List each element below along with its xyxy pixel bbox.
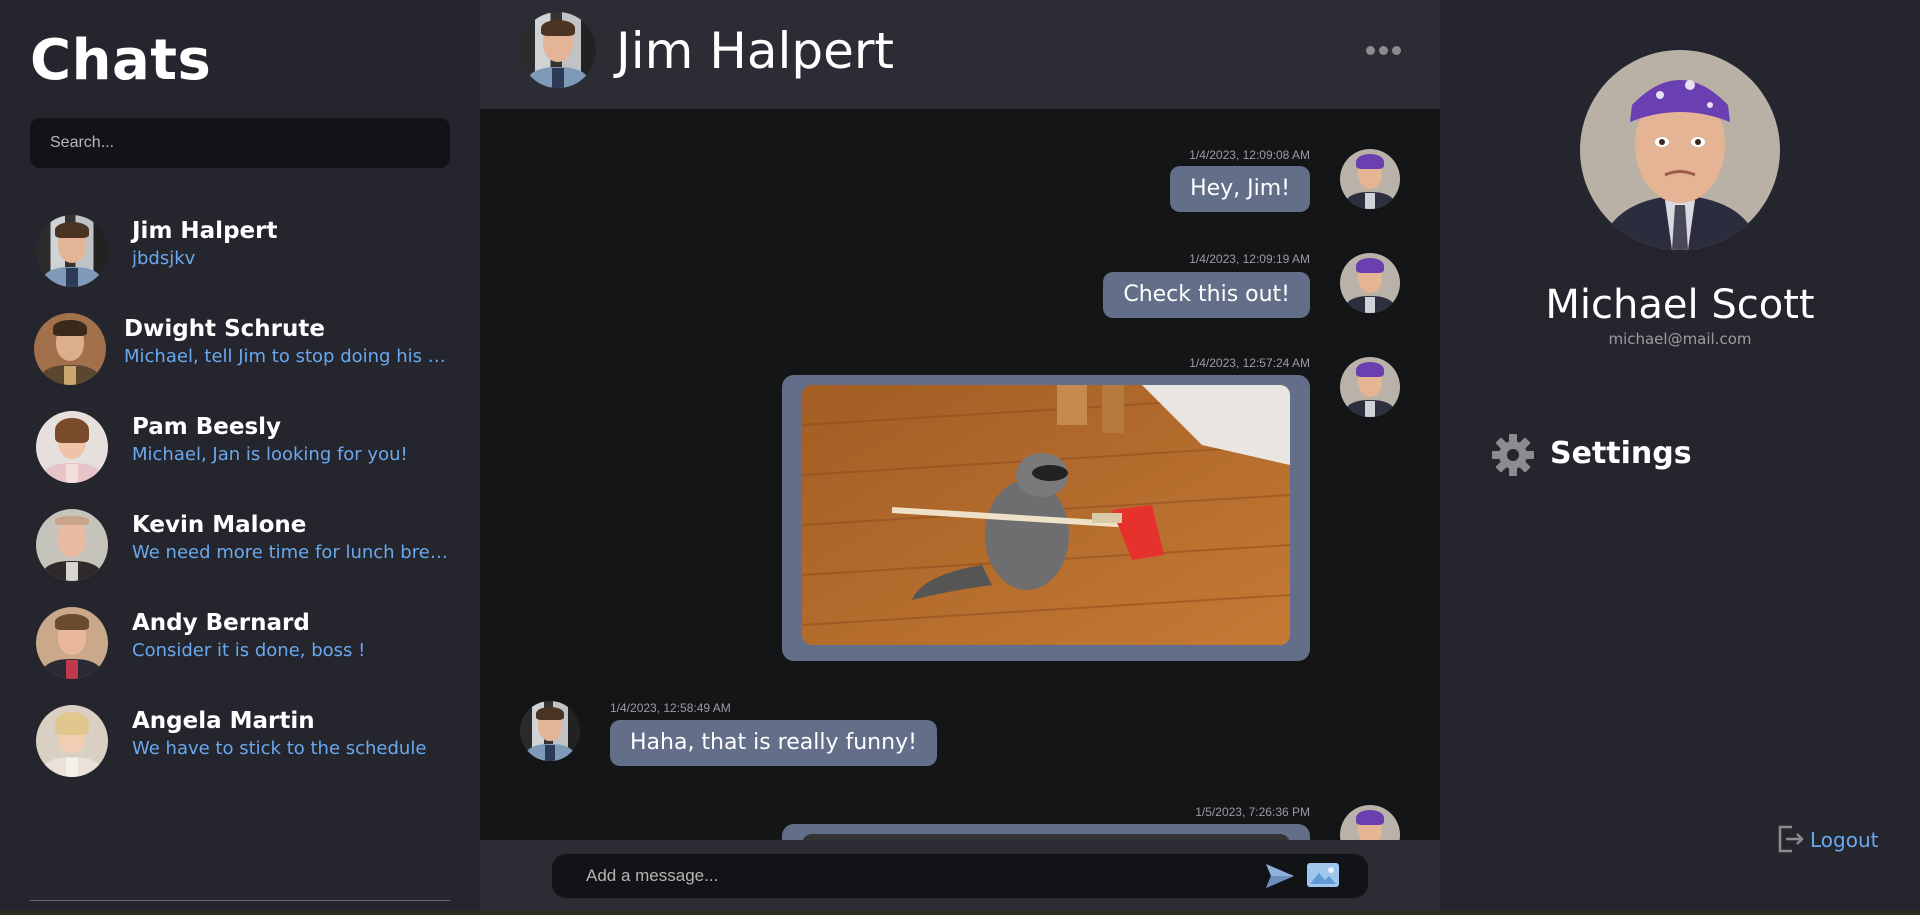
contact-item-pam-beesly[interactable]: Pam Beesly Michael, Jan is looking for y… (0, 406, 480, 492)
profile-panel: Michael Scott michael@mail.com Settings (1440, 0, 1920, 915)
avatar (1340, 357, 1400, 417)
message-list[interactable]: 1/4/2023, 12:09:08 AM Hey, Jim! 1/4/2023… (480, 109, 1440, 840)
profile-avatar (1580, 50, 1780, 250)
message-composer (480, 840, 1440, 915)
contact-last-message: Consider it is done, boss ! (132, 640, 366, 661)
chat-list-sidebar: Chats Jim Halpert jbdsjkv Dwig (0, 0, 480, 915)
message-timestamp: 1/4/2023, 12:09:19 AM (1189, 252, 1310, 266)
avatar (36, 607, 108, 679)
message-bubble: Haha, that is really funny! (610, 720, 937, 766)
contact-last-message: We need more time for lunch breaks! (132, 542, 450, 563)
gear-icon (1492, 434, 1534, 476)
profile-name: Michael Scott (1545, 282, 1815, 328)
avatar (1340, 805, 1400, 840)
bottom-strip (0, 911, 1920, 915)
send-icon[interactable] (1264, 862, 1296, 890)
contact-last-message: jbdsjkv (132, 248, 196, 269)
profile-email: michael@mail.com (1608, 330, 1752, 348)
sidebar-title: Chats (30, 28, 212, 93)
avatar (34, 313, 106, 385)
logout-label: Logout (1810, 828, 1879, 852)
avatar (36, 411, 108, 483)
settings-label: Settings (1550, 436, 1692, 471)
contact-name: Angela Martin (132, 708, 315, 734)
avatar (520, 701, 580, 761)
avatar (36, 509, 108, 581)
raccoon-image-illustration (802, 385, 1290, 645)
message-timestamp: 1/4/2023, 12:09:08 AM (1189, 148, 1310, 162)
logout-icon (1778, 825, 1804, 853)
avatar (1340, 149, 1400, 209)
contact-item-andy-bernard[interactable]: Andy Bernard Consider it is done, boss ! (0, 602, 480, 688)
contact-last-message: We have to stick to the schedule (132, 738, 427, 759)
avatar (36, 215, 108, 287)
image-message[interactable] (782, 375, 1310, 661)
contact-last-message: Michael, Jan is looking for you! (132, 444, 408, 465)
message-bubble: Hey, Jim! (1170, 166, 1310, 212)
contact-name: Andy Bernard (132, 610, 310, 636)
image-message[interactable] (782, 824, 1310, 840)
contact-item-jim-halpert[interactable]: Jim Halpert jbdsjkv (0, 210, 480, 296)
contact-name: Jim Halpert (132, 218, 278, 244)
sidebar-divider (30, 900, 450, 901)
contact-item-kevin-malone[interactable]: Kevin Malone We need more time for lunch… (0, 504, 480, 590)
raccoon-with-broom-image (802, 385, 1290, 645)
contact-name: Kevin Malone (132, 512, 307, 538)
message-timestamp: 1/4/2023, 12:57:24 AM (1189, 356, 1310, 370)
contact-name: Pam Beesly (132, 414, 282, 440)
avatar (520, 12, 596, 88)
avatar (36, 705, 108, 777)
message-input[interactable] (552, 854, 1368, 898)
contact-name: Dwight Schrute (124, 316, 325, 342)
contact-item-dwight-schrute[interactable]: Dwight Schrute Michael, tell Jim to stop… (0, 308, 480, 394)
chat-header-name: Jim Halpert (616, 22, 895, 80)
contact-item-angela-martin[interactable]: Angela Martin We have to stick to the sc… (0, 700, 480, 786)
more-options-icon[interactable] (1366, 42, 1402, 58)
message-timestamp: 1/4/2023, 12:58:49 AM (610, 701, 731, 715)
avatar (1340, 253, 1400, 313)
contact-last-message: Michael, tell Jim to stop doing his weir… (124, 346, 450, 367)
message-bubble: Check this out! (1103, 272, 1310, 318)
chat-header: Jim Halpert (480, 0, 1440, 109)
message-timestamp: 1/5/2023, 7:26:36 PM (1195, 805, 1310, 819)
search-input[interactable] (30, 118, 450, 168)
image-upload-icon[interactable] (1306, 862, 1340, 888)
